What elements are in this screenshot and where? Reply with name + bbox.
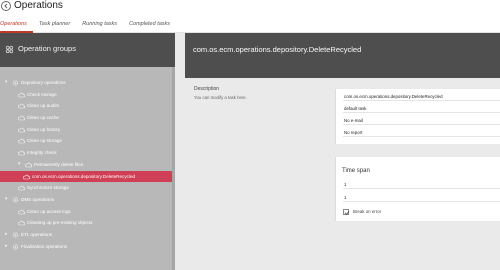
- tree-group[interactable]: ▸ Finalization operations: [0, 241, 172, 253]
- app-header: Operations Operations Task planner Runni…: [0, 0, 500, 33]
- tree-item[interactable]: Clean up storage: [0, 135, 172, 147]
- sidebar-title: Operation groups: [18, 44, 76, 53]
- tree-item-label: com.os.ecm.operations.depository.DeleteR…: [32, 173, 136, 179]
- tree-item[interactable]: Integrity check: [0, 147, 172, 159]
- tree-folder[interactable]: ▾ Permanently delete files: [0, 159, 172, 171]
- cloud-icon: [18, 150, 25, 156]
- time-span-label: Time span: [342, 168, 370, 174]
- tree-item[interactable]: com.os.ecm.operations.depository.DeleteR…: [0, 170, 172, 183]
- tree-item-label: Clean up audits: [27, 103, 59, 109]
- cloud-icon: [18, 139, 25, 144]
- back-arrow-icon[interactable]: [0, 0, 14, 14]
- tree-item[interactable]: Clean up audits: [0, 100, 172, 112]
- time-span-field-1[interactable]: 1: [343, 180, 500, 189]
- tree-group[interactable]: ▾ Depository operations: [0, 77, 172, 89]
- tree-item-label: DMS operations: [21, 196, 54, 202]
- tree-item-label: Permanently delete files: [34, 161, 84, 167]
- operations-app: Operations Operations Task planner Runni…: [0, 0, 500, 270]
- tree-item-label: Finalization operations: [21, 243, 67, 249]
- checkmark-icon: [344, 210, 350, 216]
- tree-item-label: ETL operations: [21, 231, 52, 237]
- cloud-icon: [25, 162, 32, 168]
- gear-icon: [12, 232, 19, 238]
- tree-item-label: Clean up storage: [27, 138, 62, 144]
- description-label: Description: [194, 86, 220, 92]
- tab-task-planner[interactable]: Task planner: [33, 17, 76, 33]
- description-hint: You can modify a task here.: [194, 95, 247, 100]
- tree-item-label: Synchronize storage: [27, 185, 69, 191]
- chevron-down-icon[interactable]: ▾: [18, 159, 21, 171]
- tree-item[interactable]: Cleaning up pre-existing objects: [0, 217, 172, 229]
- tree-group[interactable]: ▸ ETL operations: [0, 229, 172, 241]
- tree-item-label: Clean up access logs: [27, 208, 71, 214]
- break-on-error-label: Break on error: [353, 208, 382, 214]
- operations-tree: ▾ Depository operations Check storage Clean…: [0, 77, 172, 252]
- cloud-icon: [18, 115, 25, 121]
- tab-completed-tasks[interactable]: Completed tasks: [123, 17, 176, 33]
- tab-bar: Operations Task planner Running tasks Co…: [0, 17, 176, 33]
- gear-icon: [12, 243, 19, 250]
- tab-operations[interactable]: Operations: [0, 17, 33, 33]
- chevron-down-icon[interactable]: ▾: [5, 194, 8, 206]
- tree-item-label: Integrity check: [27, 150, 57, 156]
- cloud-icon: [18, 221, 25, 226]
- tree-item[interactable]: Clean up access logs: [0, 206, 172, 218]
- cloud-icon: [18, 92, 25, 97]
- task-name-field[interactable]: default task: [343, 104, 500, 113]
- task-panel: com.os.ecm.operations.depository.DeleteR…: [175, 33, 500, 270]
- cloud-icon: [23, 174, 30, 179]
- task-title: com.os.ecm.operations.depository.DeleteR…: [193, 45, 362, 54]
- sidebar-header: Operation groups: [0, 33, 175, 67]
- tree-item-label: Check storage: [27, 91, 57, 97]
- report-field[interactable]: No report: [343, 128, 500, 137]
- task-class-field[interactable]: com.os.ecm.operations.depository.DeleteR…: [343, 92, 500, 101]
- chevron-right-icon[interactable]: ▸: [5, 229, 8, 241]
- tree-item-label: Cleaning up pre-existing objects: [27, 220, 93, 226]
- groups-icon: [5, 45, 14, 54]
- tree-item[interactable]: Synchronize storage: [0, 182, 172, 194]
- time-span-field-2[interactable]: 1: [343, 193, 500, 202]
- tree-item-label: Clean up history: [27, 126, 61, 132]
- tree-group[interactable]: ▾ DMS operations: [0, 194, 172, 206]
- tree-item-label: Clean up cache: [27, 115, 59, 121]
- chevron-down-icon[interactable]: ▾: [5, 77, 8, 89]
- chevron-right-icon[interactable]: ▸: [5, 241, 8, 253]
- gear-icon: [12, 197, 19, 203]
- task-header: com.os.ecm.operations.depository.DeleteR…: [185, 33, 500, 78]
- tree-item[interactable]: Clean up history: [0, 124, 172, 136]
- email-field[interactable]: No e-mail: [343, 116, 500, 125]
- sidebar: Operation groups ▾ Depository operations C…: [0, 33, 175, 270]
- cloud-icon: [18, 185, 25, 191]
- page-title: Operations: [14, 0, 63, 11]
- cloud-icon: [18, 209, 25, 214]
- gear-icon: [12, 80, 19, 86]
- break-on-error-checkbox[interactable]: [343, 209, 350, 216]
- tree-item-label: Depository operations: [21, 80, 66, 85]
- tab-running-tasks[interactable]: Running tasks: [76, 17, 123, 33]
- tree-item[interactable]: Clean up cache: [0, 112, 172, 124]
- cloud-icon: [18, 127, 25, 133]
- tree-item[interactable]: Check storage: [0, 89, 172, 101]
- cloud-icon: [18, 104, 25, 109]
